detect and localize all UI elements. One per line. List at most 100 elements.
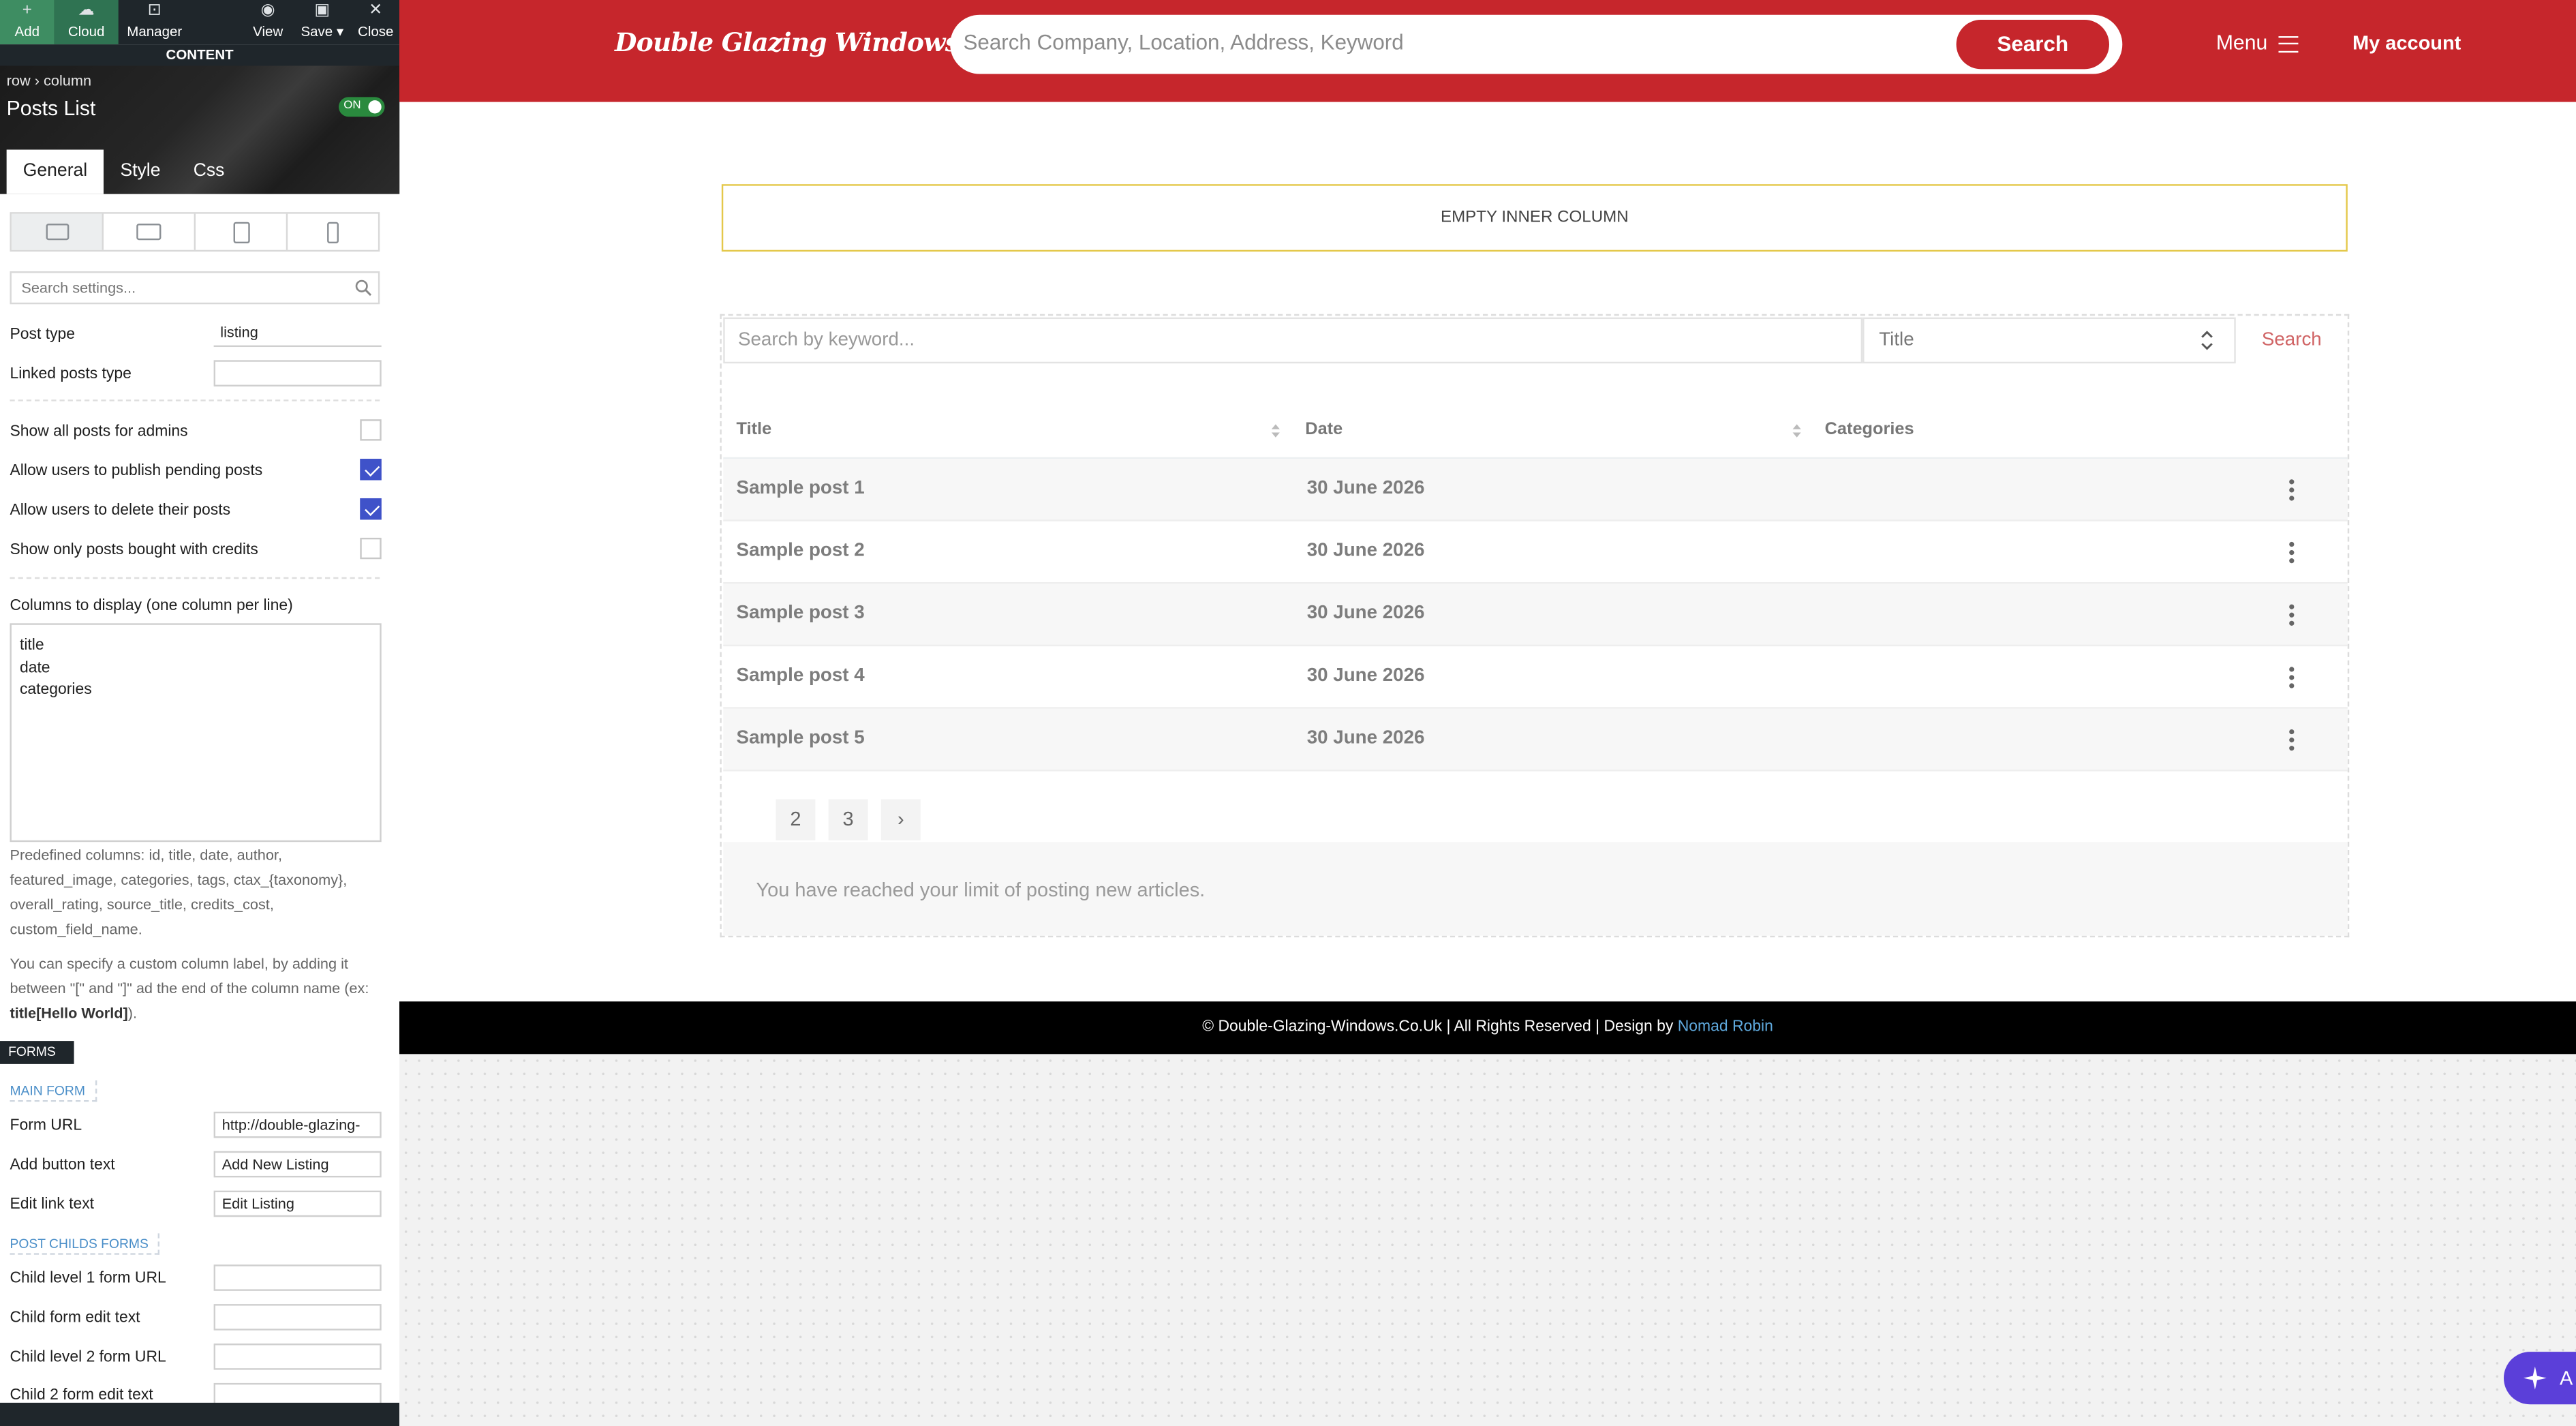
- child1-edit-input[interactable]: [213, 1304, 382, 1331]
- my-account-link[interactable]: My account: [2352, 31, 2461, 55]
- cloud-button[interactable]: ☁ Cloud: [54, 0, 119, 45]
- header-search-button[interactable]: Search: [1956, 19, 2109, 70]
- ai-assistant-button[interactable]: A: [2504, 1352, 2576, 1405]
- settings-search-input[interactable]: [10, 271, 380, 305]
- element-header: row › column Posts List ON General Style…: [0, 65, 400, 194]
- sort-select[interactable]: Title: [1862, 317, 2236, 364]
- sort-icon[interactable]: [1271, 423, 1281, 439]
- tablet-icon: [232, 221, 249, 243]
- device-tablet-button[interactable]: [196, 213, 288, 250]
- kebab-menu-icon[interactable]: [2288, 603, 2295, 626]
- add-button-text-input[interactable]: Add New Listing: [213, 1151, 382, 1178]
- device-desktop-button[interactable]: [11, 213, 104, 250]
- linked-posts-type-input[interactable]: [213, 360, 382, 386]
- device-switcher: [10, 212, 380, 252]
- credits-posts-checkbox[interactable]: [360, 537, 382, 560]
- view-button[interactable]: ◉ View: [247, 0, 290, 44]
- post-type-select[interactable]: listing: [213, 320, 382, 348]
- next-page-icon[interactable]: ›: [880, 799, 921, 840]
- delete-posts-checkbox[interactable]: [360, 498, 382, 520]
- hamburger-icon[interactable]: [2278, 36, 2299, 53]
- breadcrumb-row[interactable]: row: [7, 72, 31, 89]
- menu-button[interactable]: Menu: [2216, 31, 2267, 55]
- predefined-columns-help: Predefined columns: id, title, date, aut…: [10, 847, 348, 938]
- columns-textarea[interactable]: title date categories: [10, 623, 382, 843]
- table-row: Sample post 3 30 June 2026: [723, 583, 2348, 647]
- limit-notice: You have reached your limit of posting n…: [723, 842, 2348, 936]
- preview-scale: Double Glazing Windows Search Company, L…: [399, 0, 2576, 1426]
- eye-icon: ◉: [260, 1, 275, 20]
- search-icon: [355, 279, 372, 297]
- sparkle-icon: [2523, 1366, 2547, 1390]
- keyword-search-input[interactable]: Search by keyword...: [723, 317, 1863, 364]
- form-url-input[interactable]: http://double-glazing-: [213, 1111, 382, 1138]
- kebab-menu-icon[interactable]: [2288, 541, 2295, 564]
- post-title-link[interactable]: Sample post 2: [737, 541, 865, 561]
- post-type-label: Post type: [10, 325, 76, 344]
- post-date: 30 June 2026: [1306, 666, 1425, 686]
- breadcrumb-column[interactable]: column: [44, 72, 91, 89]
- page-2-link[interactable]: 2: [776, 799, 816, 840]
- checkbox-label: Allow users to delete their posts: [10, 501, 231, 520]
- add-button[interactable]: + Add: [0, 0, 55, 45]
- tablet-landscape-icon: [136, 224, 162, 241]
- kebab-menu-icon[interactable]: [2288, 666, 2295, 689]
- post-title-link[interactable]: Sample post 3: [737, 603, 865, 623]
- element-toggle[interactable]: ON: [338, 97, 385, 117]
- manager-button[interactable]: ⊡ Manager: [122, 0, 188, 44]
- divider: [10, 399, 380, 401]
- edit-link-text-input[interactable]: Edit Listing: [213, 1190, 382, 1217]
- column-header-date[interactable]: Date: [1305, 419, 1343, 439]
- limit-message: You have reached your limit of posting n…: [756, 878, 1206, 902]
- column-header-categories: Categories: [1824, 419, 1914, 440]
- post-childs-forms-label: POST CHILDS FORMS: [10, 1233, 160, 1255]
- empty-canvas: [399, 1054, 2576, 1426]
- select-arrows-icon: [2201, 331, 2213, 350]
- post-date: 30 June 2026: [1306, 479, 1425, 498]
- columns-label: Columns to display (one column per line): [10, 596, 293, 616]
- mobile-icon: [327, 221, 339, 243]
- ai-label: A: [2560, 1366, 2573, 1390]
- tab-style[interactable]: Style: [104, 150, 177, 194]
- page-3-link[interactable]: 3: [828, 799, 868, 840]
- table-row: Sample post 5 30 June 2026: [723, 708, 2348, 772]
- child2-url-input[interactable]: [213, 1344, 382, 1370]
- tab-general[interactable]: General: [6, 149, 104, 194]
- site-footer: © Double-Glazing-Windows.Co.Uk | All Rig…: [399, 1001, 2576, 1055]
- close-button[interactable]: ✕ Close: [354, 0, 398, 44]
- breadcrumb: row › column: [7, 72, 91, 89]
- kebab-menu-icon[interactable]: [2288, 729, 2295, 752]
- kebab-menu-icon[interactable]: [2288, 479, 2295, 502]
- site-logo[interactable]: Double Glazing Windows: [615, 27, 960, 58]
- post-date: 30 June 2026: [1306, 728, 1425, 748]
- editor-bottom-bar: [0, 1402, 400, 1426]
- save-button[interactable]: ▣ Save ▾: [296, 0, 348, 44]
- sort-icon[interactable]: [1792, 423, 1801, 439]
- child2-edit-label: Child 2 form edit text: [10, 1386, 153, 1405]
- show-all-posts-checkbox[interactable]: [360, 419, 382, 441]
- child1-url-input[interactable]: [213, 1264, 382, 1291]
- divider: [10, 577, 380, 579]
- device-tablet-landscape-button[interactable]: [104, 213, 196, 250]
- checkbox-label: Allow users to publish pending posts: [10, 461, 263, 481]
- caret-down-icon: ▾: [336, 22, 344, 40]
- tab-css[interactable]: Css: [177, 150, 241, 194]
- designer-link[interactable]: Nomad Robin: [1678, 1018, 1773, 1036]
- edit-link-text-label: Edit link text: [10, 1195, 95, 1214]
- post-title-link[interactable]: Sample post 5: [737, 729, 865, 748]
- close-icon: ✕: [369, 1, 383, 20]
- plus-icon: +: [22, 1, 32, 20]
- device-mobile-button[interactable]: [288, 214, 378, 250]
- post-title-link[interactable]: Sample post 4: [737, 666, 865, 686]
- child1-url-label: Child level 1 form URL: [10, 1269, 166, 1288]
- child1-edit-label: Child form edit text: [10, 1309, 140, 1327]
- filter-search-button[interactable]: Search: [2237, 318, 2346, 364]
- publish-pending-checkbox[interactable]: [360, 459, 382, 481]
- empty-inner-column[interactable]: EMPTY INNER COLUMN: [721, 184, 2348, 252]
- table-row: Sample post 4 30 June 2026: [723, 646, 2348, 709]
- editor-scale: + Add ☁ Cloud ⊡ Manager ◉ View ▣ Save ▾ ✕ Clos…: [0, 0, 400, 1426]
- child2-url-label: Child level 2 form URL: [10, 1348, 166, 1367]
- post-title-link[interactable]: Sample post 1: [737, 479, 865, 498]
- header-search-input[interactable]: Search Company, Location, Address, Keywo…: [963, 29, 1403, 54]
- column-header-title[interactable]: Title: [737, 419, 772, 439]
